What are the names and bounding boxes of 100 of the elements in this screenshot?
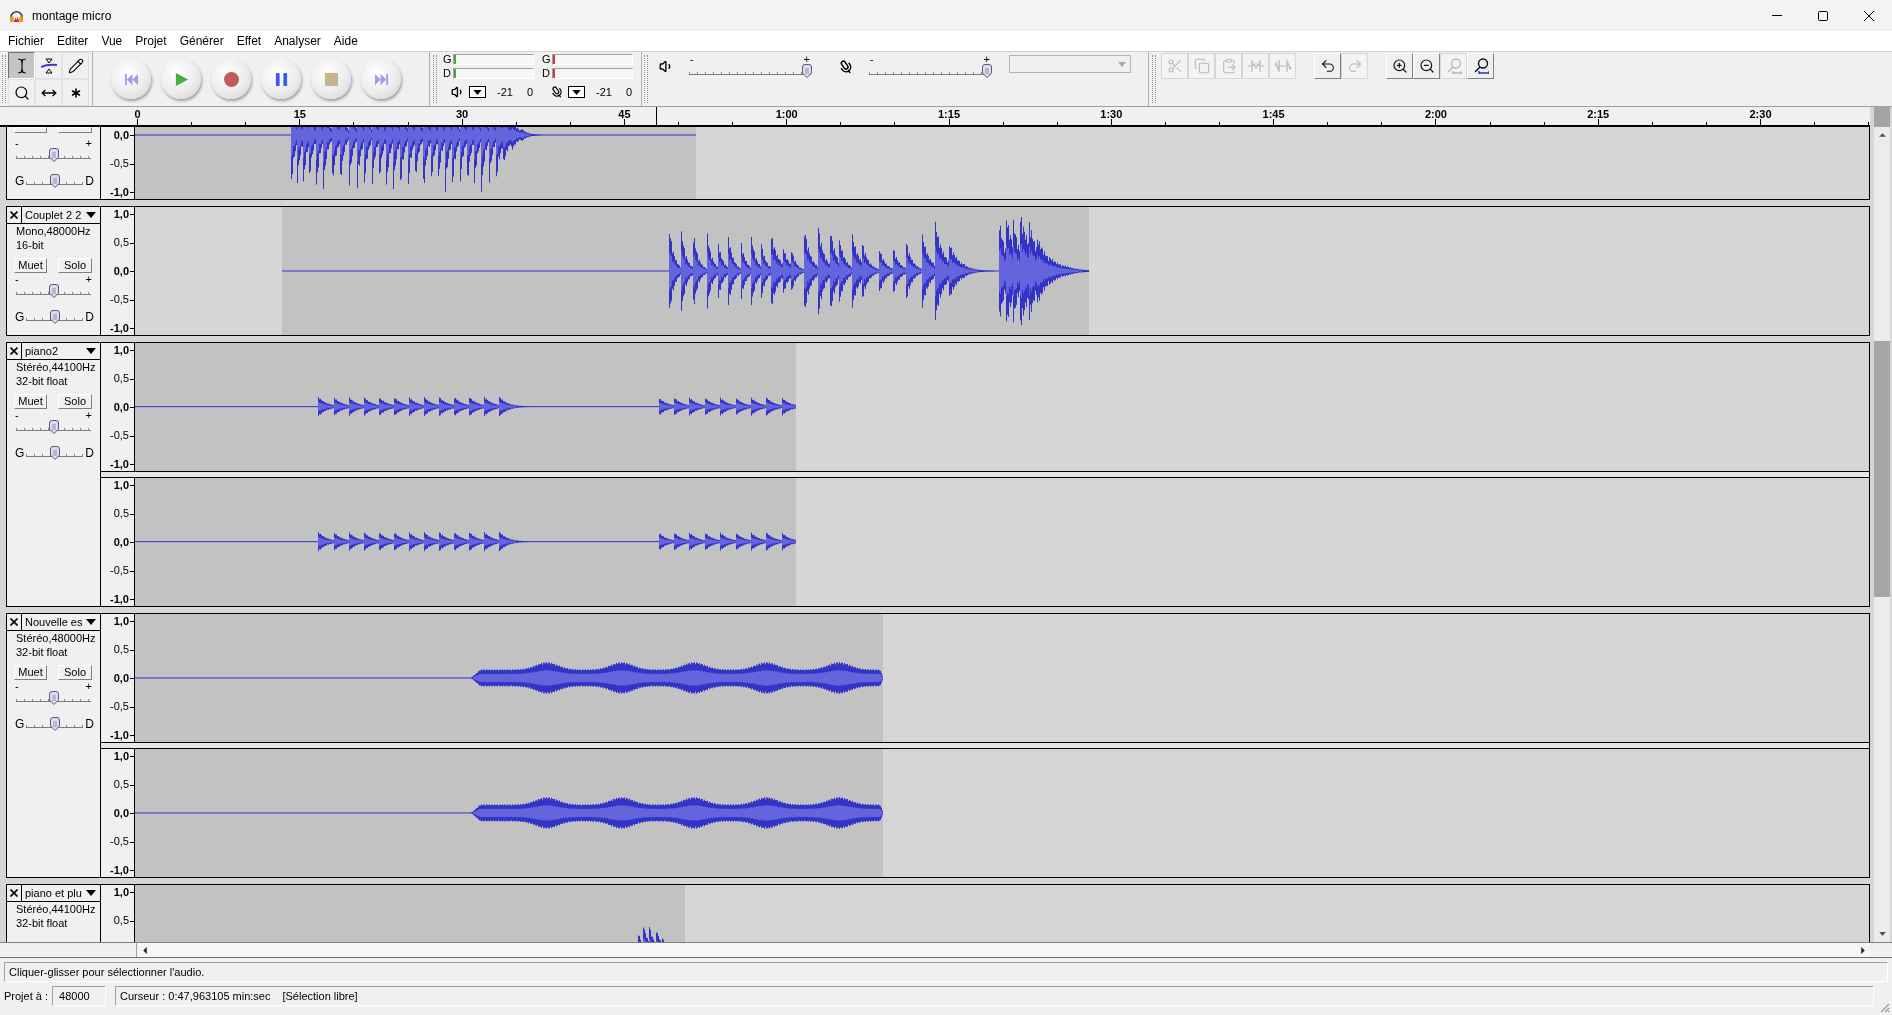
gain-slider[interactable] bbox=[15, 284, 92, 298]
project-rate-field[interactable]: 48000 bbox=[52, 986, 107, 1006]
menu-item[interactable]: Fichier bbox=[8, 33, 44, 49]
caret-down-icon bbox=[86, 619, 96, 625]
horizontal-scrollbar[interactable] bbox=[136, 943, 1870, 957]
pan-slider[interactable] bbox=[25, 310, 85, 324]
track-menu-button[interactable]: Couplet 2 2 bbox=[22, 207, 100, 223]
pan-slider[interactable] bbox=[25, 174, 85, 188]
slider-thumb[interactable] bbox=[48, 420, 59, 434]
amplitude-label: -0,5 bbox=[110, 429, 129, 442]
scrollbar-thumb[interactable] bbox=[1874, 341, 1890, 597]
multi-tool-button[interactable] bbox=[62, 79, 89, 106]
zoom-in-button[interactable] bbox=[1386, 53, 1413, 79]
slider-thumb[interactable] bbox=[48, 284, 59, 298]
track-menu-button[interactable]: piano2 bbox=[22, 343, 100, 359]
slider-thumb[interactable] bbox=[982, 64, 992, 78]
amplitude-label: 0,0 bbox=[113, 806, 129, 820]
slider-thumb[interactable] bbox=[49, 310, 60, 324]
pan-right-label: D bbox=[85, 717, 94, 731]
track-menu-button[interactable]: piano et plu bbox=[22, 885, 100, 901]
amplitude-label: 1,0 bbox=[113, 885, 129, 899]
window-title: montage micro bbox=[32, 7, 112, 25]
solo-button[interactable] bbox=[58, 127, 92, 133]
amplitude-label: 0,0 bbox=[113, 128, 129, 142]
meter-scale-label: -21 bbox=[497, 86, 513, 98]
clipboard-icon bbox=[1220, 58, 1237, 74]
meter-menu-button[interactable] bbox=[469, 86, 486, 98]
toolbar-grip[interactable] bbox=[433, 55, 437, 103]
solo-button[interactable]: Solo bbox=[58, 258, 92, 273]
gain-slider[interactable] bbox=[15, 148, 92, 162]
pan-left-label: G bbox=[15, 174, 25, 188]
slider-min-label: - bbox=[15, 274, 19, 284]
time-label: 2:00 bbox=[1424, 108, 1447, 120]
selection-tool-button[interactable] bbox=[8, 52, 35, 79]
close-track-button[interactable] bbox=[7, 207, 22, 223]
close-track-button[interactable] bbox=[7, 343, 22, 359]
pause-button[interactable] bbox=[261, 59, 301, 99]
solo-button[interactable]: Solo bbox=[58, 665, 92, 680]
close-icon bbox=[10, 347, 18, 355]
gain-slider[interactable] bbox=[15, 691, 92, 705]
slider-min-label: - bbox=[15, 681, 19, 691]
time-label: 1:00 bbox=[775, 108, 798, 120]
slider-max-label: + bbox=[983, 55, 990, 64]
meter-scale-label: 0 bbox=[526, 86, 533, 98]
slider-thumb[interactable] bbox=[802, 64, 812, 78]
play-icon bbox=[173, 71, 189, 87]
menu-item[interactable]: Editer bbox=[57, 33, 89, 49]
caret-left-icon bbox=[142, 946, 147, 954]
zoom-tool-button[interactable] bbox=[8, 79, 35, 106]
meter-menu-button[interactable] bbox=[568, 86, 585, 98]
pan-slider[interactable] bbox=[25, 717, 85, 731]
mute-button[interactable]: Muet bbox=[14, 258, 47, 273]
close-track-button[interactable] bbox=[7, 614, 22, 630]
amplitude-label: -0,5 bbox=[110, 293, 129, 306]
caret-right-icon bbox=[1860, 946, 1865, 954]
menu-item[interactable]: Générer bbox=[179, 33, 224, 49]
record-button[interactable] bbox=[211, 59, 251, 99]
track-menu-button[interactable]: Nouvelle es bbox=[22, 614, 100, 630]
zoom-out-button[interactable] bbox=[1413, 53, 1440, 79]
menu-item[interactable]: Projet bbox=[135, 33, 167, 49]
time-shift-tool-button[interactable] bbox=[35, 79, 62, 106]
amplitude-label: -1,0 bbox=[110, 185, 129, 199]
amplitude-label: 1,0 bbox=[113, 749, 129, 763]
caret-down-icon bbox=[86, 348, 96, 354]
sample-format-text: 32-bit float bbox=[15, 374, 69, 388]
vertical-scrollbar[interactable] bbox=[1874, 107, 1890, 942]
envelope-tool-button[interactable] bbox=[35, 52, 62, 79]
slider-thumb[interactable] bbox=[49, 717, 60, 731]
slider-thumb[interactable] bbox=[49, 446, 60, 460]
waveform-drawing bbox=[638, 926, 664, 942]
slider-thumb[interactable] bbox=[49, 174, 60, 188]
gain-slider[interactable] bbox=[15, 420, 92, 434]
play-button[interactable] bbox=[161, 59, 201, 99]
draw-tool-button[interactable] bbox=[62, 52, 89, 79]
mute-button[interactable] bbox=[14, 127, 47, 133]
toolbar-grip[interactable] bbox=[1152, 55, 1156, 103]
undo-button[interactable] bbox=[1314, 53, 1341, 79]
amplitude-label: 0,5 bbox=[113, 778, 129, 791]
volume-slider[interactable] bbox=[868, 64, 992, 78]
amplitude-label: -1,0 bbox=[110, 728, 129, 742]
menu-item[interactable]: Analyser bbox=[274, 33, 321, 49]
skip-to-start-button[interactable] bbox=[111, 59, 151, 99]
pan-slider[interactable] bbox=[25, 446, 85, 460]
toolbar-grip[interactable] bbox=[644, 55, 648, 103]
caret-down-icon bbox=[86, 890, 96, 896]
mute-button[interactable]: Muet bbox=[14, 394, 47, 409]
amplitude-label: -1,0 bbox=[110, 457, 129, 471]
menu-item[interactable]: Aide bbox=[333, 33, 358, 49]
toolbar-grip[interactable] bbox=[2, 55, 6, 103]
close-icon bbox=[10, 889, 18, 897]
volume-slider[interactable] bbox=[688, 64, 812, 78]
menu-item[interactable]: Effet bbox=[236, 33, 262, 49]
solo-button[interactable]: Solo bbox=[58, 394, 92, 409]
fit-project-button[interactable] bbox=[1467, 53, 1494, 79]
mute-button[interactable]: Muet bbox=[14, 665, 47, 680]
menu-item[interactable]: Vue bbox=[101, 33, 123, 49]
close-track-button[interactable] bbox=[7, 885, 22, 901]
slider-thumb[interactable] bbox=[48, 148, 59, 162]
slider-thumb[interactable] bbox=[48, 691, 59, 705]
skip-to-end-button[interactable] bbox=[361, 59, 401, 99]
